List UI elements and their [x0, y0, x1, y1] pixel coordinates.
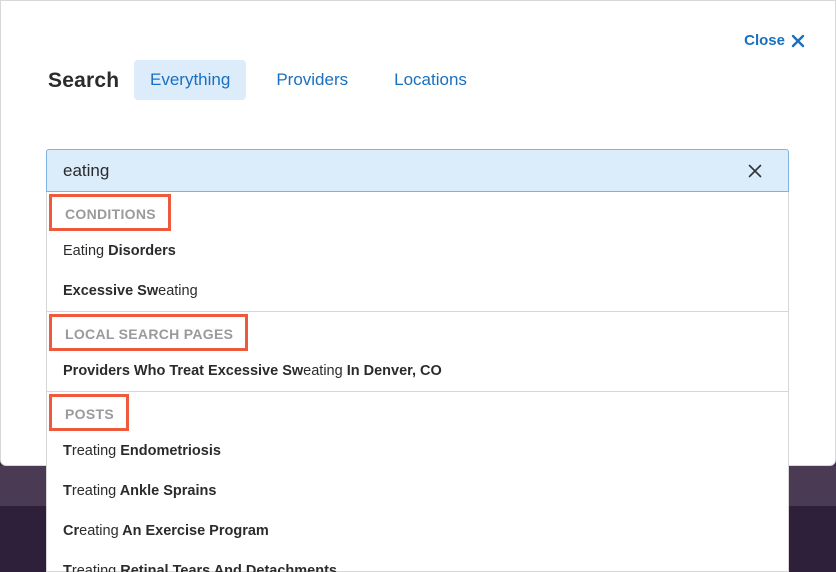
- result-text-part: T: [63, 483, 72, 499]
- result-text-part: Excessive Sw: [63, 283, 159, 299]
- result-text-part: Ankle Sprains: [116, 483, 217, 499]
- result-text-part: Providers Who Treat Excessive Sw: [63, 363, 304, 379]
- result-text-part: eating: [79, 523, 119, 539]
- result-item[interactable]: Eating Disorders: [47, 231, 788, 271]
- result-text-part: In Denver, CO: [342, 363, 442, 379]
- result-text-part: eating: [158, 283, 198, 299]
- result-item[interactable]: Treating Ankle Sprains: [47, 471, 788, 511]
- result-item[interactable]: Treating Endometriosis: [47, 431, 788, 471]
- result-text-part: reating: [71, 563, 117, 572]
- result-text-part: Eating: [63, 243, 109, 259]
- result-text-part: T: [63, 563, 72, 572]
- results-section-posts: POSTS Treating Endometriosis Treating Ankl…: [47, 392, 788, 572]
- result-text-part: Cr: [63, 523, 80, 539]
- close-button[interactable]: Close: [744, 32, 805, 49]
- result-text-part: Retinal Tears And Detachments: [116, 563, 337, 572]
- tab-locations[interactable]: Locations: [378, 60, 483, 100]
- tab-providers[interactable]: Providers: [260, 60, 364, 100]
- result-item[interactable]: Excessive Sw eating: [47, 271, 788, 311]
- close-label: Close: [744, 32, 785, 49]
- results-section-conditions: CONDITIONS Eating Disorders Excessive Sw ea…: [47, 192, 788, 312]
- tab-everything[interactable]: Everything: [134, 60, 247, 100]
- result-item[interactable]: Treating Retinal Tears And Detachments: [47, 551, 788, 572]
- result-text-part: Disorders: [108, 243, 176, 259]
- search-input[interactable]: [63, 160, 746, 181]
- close-icon: [791, 34, 805, 47]
- search-field: [46, 149, 789, 192]
- results-section-local-search-pages: LOCAL SEARCH PAGES Providers Who Treat Ex…: [47, 312, 788, 392]
- result-text-part: reating: [71, 483, 117, 499]
- search-title: Search: [48, 69, 120, 92]
- search-results-dropdown: CONDITIONS Eating Disorders Excessive Sw ea…: [46, 192, 789, 572]
- search-tabs: Everything Providers Locations: [134, 60, 497, 100]
- result-item[interactable]: Providers Who Treat Excessive Sw eating I…: [47, 351, 788, 391]
- result-text-part: eating: [303, 363, 343, 379]
- result-text-part: T: [63, 443, 72, 459]
- result-text-part: An Exercise Program: [118, 523, 269, 539]
- section-header: LOCAL SEARCH PAGES: [49, 314, 249, 351]
- result-text-part: Endometriosis: [116, 443, 221, 459]
- clear-icon[interactable]: [746, 162, 764, 180]
- section-header: CONDITIONS: [49, 194, 171, 231]
- result-item[interactable]: Cr eating An Exercise Program: [47, 511, 788, 551]
- result-text-part: reating: [71, 443, 117, 459]
- section-header: POSTS: [49, 394, 129, 431]
